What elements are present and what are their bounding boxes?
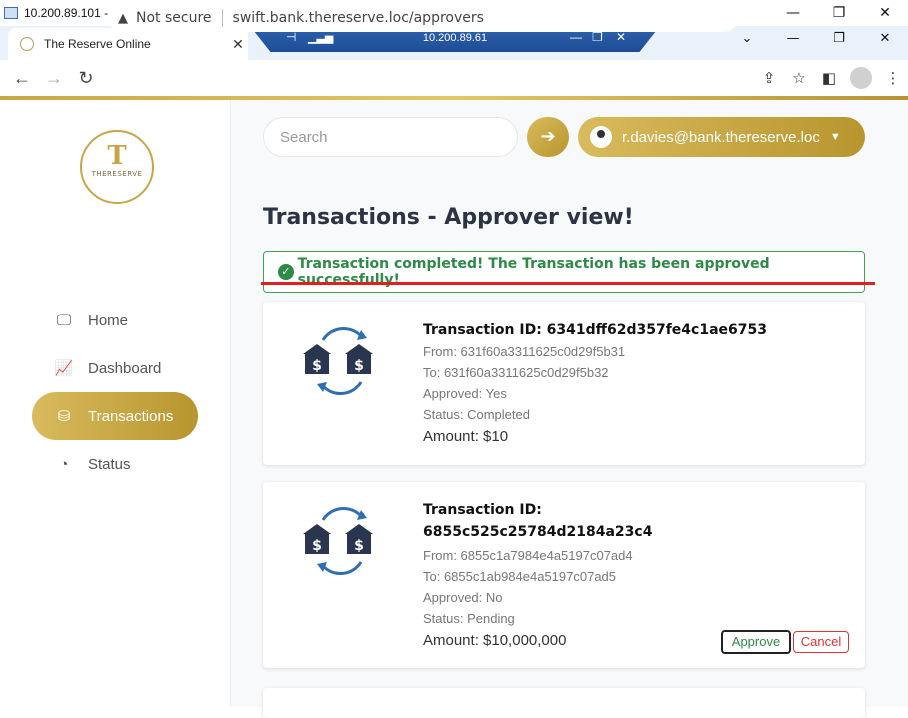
rdp-close-icon[interactable]: ✕ — [616, 30, 626, 44]
sidebar-item-label: Transactions — [88, 407, 174, 425]
user-avatar-icon — [590, 126, 612, 148]
transaction-id: 6855c525c25784d2184a23c4 — [423, 524, 653, 540]
transaction-status: Status: Pending — [423, 611, 515, 626]
rdp-restore-icon[interactable]: ❐ — [592, 30, 603, 44]
svg-text:$: $ — [312, 538, 322, 554]
search-go-button[interactable]: ➔ — [527, 117, 569, 157]
logo-wordmark: THERESERVE — [91, 170, 143, 178]
search-input[interactable]: Search — [263, 117, 518, 157]
minimize-icon[interactable]: — — [770, 0, 816, 26]
browser-restore-icon[interactable]: ❐ — [816, 26, 862, 52]
reload-icon[interactable]: ↻ — [70, 68, 102, 89]
transaction-amount: Amount: $10 — [423, 428, 509, 445]
sidebar-item-status[interactable]: ◔ Status — [32, 440, 198, 488]
remote-desktop-icon — [4, 7, 18, 19]
sidebar-item-label: Status — [88, 455, 131, 473]
url-text[interactable]: swift.bank.thereserve.loc/approvers — [233, 10, 484, 26]
browser-minimize-icon[interactable]: — — [770, 26, 816, 52]
reserve-favicon-icon — [20, 37, 34, 51]
svg-text:$: $ — [354, 538, 364, 554]
sidebar-item-label: Dashboard — [88, 359, 162, 377]
approve-button[interactable]: Approve — [721, 630, 791, 654]
transaction-id: Transaction ID: 6341dff62d357fe4c1ae6753 — [423, 322, 767, 338]
main-content: Search ➔ r.davies@bank.thereserve.loc ▼ … — [231, 100, 908, 718]
logo-t-mark: T — [107, 141, 127, 171]
svg-text:$: $ — [354, 358, 364, 374]
tab-title: The Reserve Online — [44, 37, 151, 51]
menu-kebab-icon[interactable]: ⋮ — [878, 69, 908, 87]
page-title: Transactions - Approver view! — [263, 205, 634, 230]
transaction-approved: Approved: Yes — [423, 386, 507, 401]
warning-triangle-icon[interactable]: ▲ — [118, 11, 128, 26]
side-panel-icon[interactable]: ◧ — [814, 69, 844, 87]
user-menu-button[interactable]: r.davies@bank.thereserve.loc ▼ — [578, 117, 865, 157]
transaction-status: Status: Completed — [423, 407, 530, 422]
bank-transfer-icon: $ $ — [303, 326, 373, 396]
thereserve-logo[interactable]: T THERESERVE — [80, 130, 154, 204]
check-circle-icon: ✓ — [278, 264, 294, 280]
sidebar-item-label: Home — [88, 311, 129, 329]
cancel-button[interactable]: Cancel — [793, 631, 849, 653]
chart-line-icon: 📈 — [54, 360, 74, 377]
monitor-icon: 🖵 — [56, 311, 72, 329]
transaction-from: From: 631f60a3311625c0d29f5b31 — [423, 344, 626, 359]
share-icon[interactable]: ⇪ — [754, 69, 784, 87]
security-label[interactable]: Not secure — [136, 10, 212, 26]
transaction-from: From: 6855c1a7984e4a5197c07ad4 — [423, 548, 633, 563]
bookmark-star-icon[interactable]: ☆ — [784, 69, 814, 87]
bank-transfer-icon: $ $ — [303, 506, 373, 576]
transaction-card: $ $ Transaction ID: 6855c525c25784d2184a… — [263, 482, 865, 668]
transaction-card — [263, 688, 865, 718]
transaction-id-label: Transaction ID: — [423, 502, 542, 518]
user-email: r.davies@bank.thereserve.loc — [622, 128, 820, 146]
profile-avatar-icon[interactable] — [850, 67, 872, 89]
caret-down-icon: ▼ — [829, 131, 841, 143]
success-alert: ✓ Transaction completed! The Transaction… — [263, 251, 865, 293]
transaction-to: To: 631f60a3311625c0d29f5b32 — [423, 365, 609, 380]
transaction-approved: Approved: No — [423, 590, 503, 605]
sidebar: T THERESERVE 🖵 Home 📈 Dashboard ⛁ Transa… — [0, 100, 231, 707]
omnibox-divider — [221, 9, 223, 27]
rdp-minimize-icon[interactable]: — — [570, 30, 582, 44]
svg-text:$: $ — [312, 358, 322, 374]
url-bar[interactable]: ▲ Not secure swift.bank.thereserve.loc/a… — [108, 4, 738, 32]
arrow-right-icon: ➔ — [540, 126, 556, 147]
pie-chart-icon: ◔ — [59, 455, 69, 473]
coins-icon: ⛁ — [57, 408, 71, 425]
restore-icon[interactable]: ❐ — [816, 0, 862, 26]
red-underline-annotation — [261, 282, 875, 285]
transaction-card: $ $ Transaction ID: 6341dff62d357fe4c1ae… — [263, 302, 865, 465]
browser-tab[interactable]: The Reserve Online ✕ — [8, 28, 248, 60]
browser-close-icon[interactable]: ✕ — [862, 26, 908, 52]
sidebar-item-home[interactable]: 🖵 Home — [32, 296, 198, 344]
close-icon[interactable]: ✕ — [862, 0, 908, 26]
sidebar-item-dashboard[interactable]: 📈 Dashboard — [32, 344, 198, 392]
sidebar-nav: 🖵 Home 📈 Dashboard ⛁ Transactions ◔ Stat… — [32, 296, 198, 488]
sidebar-item-transactions[interactable]: ⛁ Transactions — [32, 392, 198, 440]
transaction-to: To: 6855c1ab984e4a5197c07ad5 — [423, 569, 617, 584]
transaction-amount: Amount: $10,000,000 — [423, 632, 567, 649]
tab-close-icon[interactable]: ✕ — [228, 36, 248, 53]
forward-arrow-icon[interactable]: → — [38, 68, 70, 89]
back-arrow-icon[interactable]: ← — [6, 68, 38, 89]
